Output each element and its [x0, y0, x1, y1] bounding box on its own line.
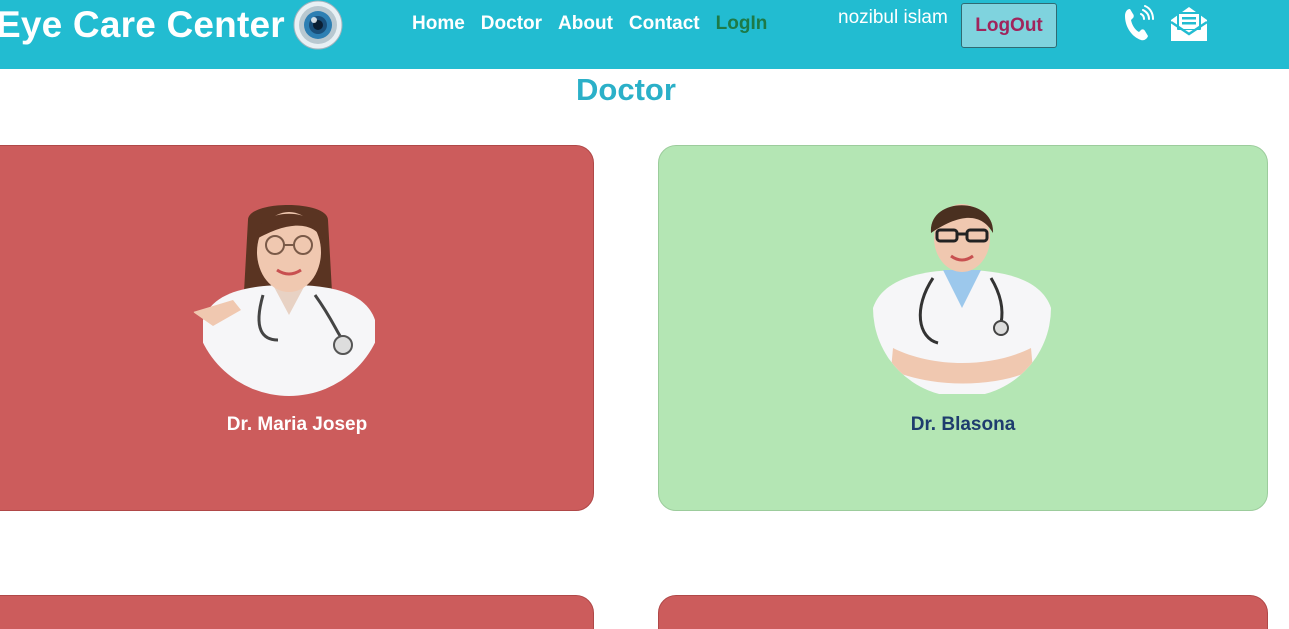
- nav-login-link[interactable]: LogIn: [716, 13, 768, 35]
- nav-doctor-link[interactable]: Doctor: [481, 13, 542, 35]
- nav-contact-link[interactable]: Contact: [629, 13, 700, 35]
- logout-button[interactable]: LogOut: [961, 3, 1057, 48]
- user-name: nozibul islam: [838, 7, 948, 28]
- eye-logo-icon: [293, 0, 343, 50]
- phone-icon[interactable]: [1121, 5, 1155, 43]
- mail-icon[interactable]: [1168, 4, 1210, 44]
- doctor-card[interactable]: Dr. Blasona: [658, 145, 1268, 511]
- doctor-photo: [193, 200, 385, 396]
- doctor-photo: [873, 198, 1051, 394]
- doctor-name: Dr. Blasona: [910, 414, 1016, 435]
- nav-home-link[interactable]: Home: [412, 13, 465, 35]
- doctor-card[interactable]: Dr. Maria Josep: [0, 145, 594, 511]
- page-title: Doctor: [576, 72, 676, 107]
- doctor-name: Dr. Maria Josep: [226, 414, 368, 435]
- brand[interactable]: Eye Care Center: [0, 0, 343, 50]
- doctor-card[interactable]: [658, 595, 1268, 629]
- main-nav: Home Doctor About Contact LogIn: [412, 13, 767, 35]
- doctor-card[interactable]: [0, 595, 594, 629]
- nav-about-link[interactable]: About: [558, 13, 613, 35]
- top-navbar: Eye Care Center Home Doctor About Contac…: [0, 0, 1289, 69]
- brand-title: Eye Care Center: [0, 4, 285, 45]
